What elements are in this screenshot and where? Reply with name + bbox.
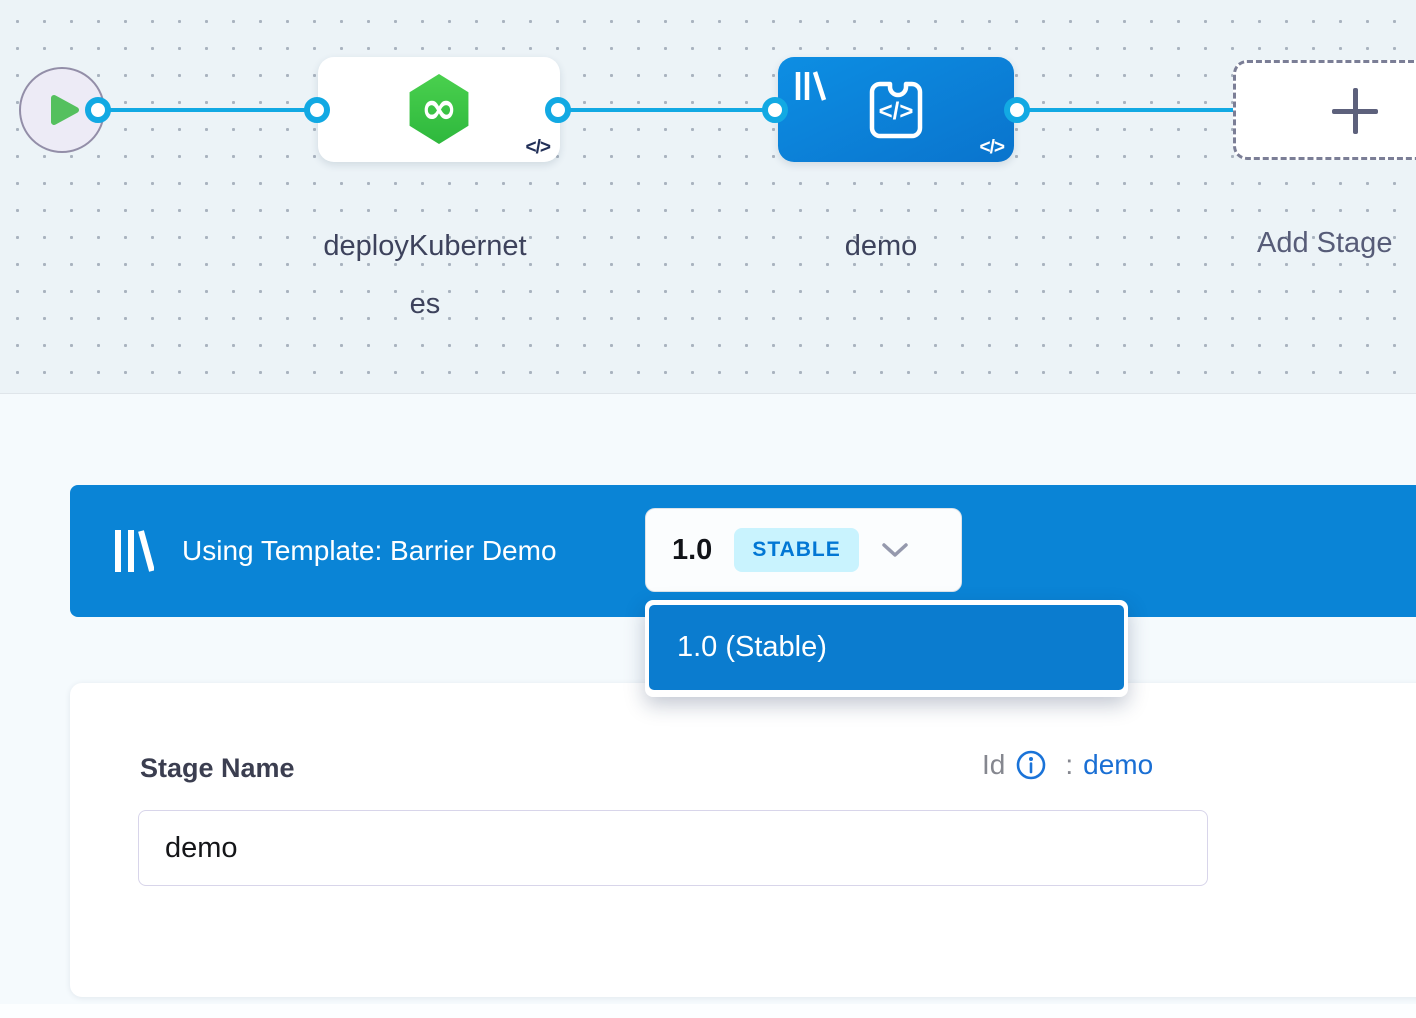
pipeline-canvas[interactable]: ∞ </> </> </> deployKubernet [0,0,1416,394]
code-icon[interactable]: </> [526,137,550,159]
edge-line [558,108,775,112]
page-bottom [0,1004,1416,1018]
stage-node-deploykubernetes[interactable]: ∞ </> [318,57,560,162]
stage-label-demo: demo [826,228,936,264]
code-glyph: </> [879,98,914,125]
connector-dot[interactable] [304,97,330,123]
deploy-stage-hexagon-icon: ∞ [407,74,471,144]
version-number: 1.0 [672,534,712,567]
info-icon[interactable] [1015,749,1047,781]
pipeline-studio: ∞ </> </> </> deployKubernet [0,0,1416,1018]
code-icon[interactable]: </> [980,137,1004,159]
stage-name-label: Stage Name [140,753,295,784]
version-dropdown-menu: 1.0 (Stable) [645,600,1128,697]
edge-line [98,108,318,112]
edge-line [1017,108,1237,112]
version-option-stable[interactable]: 1.0 (Stable) [649,605,1124,690]
connector-dot[interactable] [85,97,111,123]
custom-stage-icon: </> [856,70,936,150]
stage-name-input[interactable] [138,810,1208,886]
id-separator: : [1065,749,1073,781]
stage-id-value: demo [1083,749,1153,781]
template-library-icon [794,70,830,102]
stage-label-deploykubernetes: deployKubernetes [319,217,531,333]
connector-dot[interactable] [1004,97,1030,123]
using-template-banner: Using Template: Barrier Demo 1.0 STABLE [70,485,1416,617]
connector-dot[interactable] [762,97,788,123]
play-icon [50,93,80,127]
stage-id-row: Id : demo [982,749,1153,781]
add-stage-label: Add Stage [1257,225,1392,261]
template-library-icon [112,527,154,575]
add-stage-node[interactable] [1233,60,1416,160]
infinity-icon: ∞ [421,77,458,141]
template-version-select[interactable]: 1.0 STABLE [645,508,962,592]
chevron-down-icon[interactable] [881,542,909,558]
connector-dot[interactable] [545,97,571,123]
stage-overview-card: Stage Name Id : demo [70,683,1416,997]
template-banner-text: Using Template: Barrier Demo [182,535,557,567]
stage-node-demo[interactable]: </> </> [778,57,1014,162]
stable-badge: STABLE [734,528,858,572]
id-label: Id [982,749,1005,781]
